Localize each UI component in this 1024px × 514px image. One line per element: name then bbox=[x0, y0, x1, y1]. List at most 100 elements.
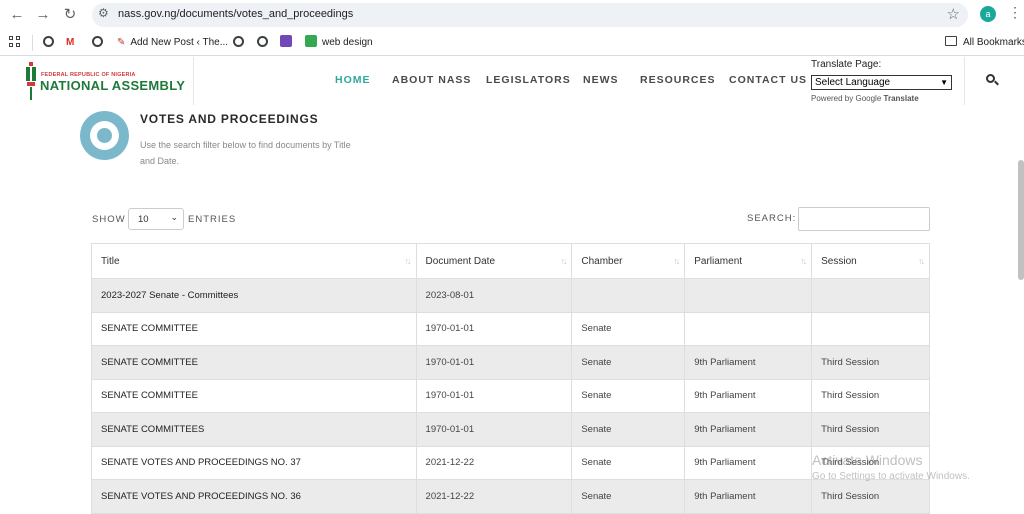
entries-select-value: 10 bbox=[138, 214, 149, 225]
entries-per-page-select[interactable]: 10 ⌄ bbox=[128, 208, 184, 230]
all-bookmarks-label: All Bookmarks bbox=[963, 37, 1024, 48]
table-row[interactable]: SENATE COMMITTEE 1970-01-01 Senate 9th P… bbox=[91, 378, 930, 413]
coat-of-arms-icon[interactable] bbox=[24, 60, 38, 102]
reload-icon[interactable]: ↻ bbox=[61, 6, 79, 24]
cell-parliament: 9th Parliament bbox=[684, 445, 813, 480]
cell-session: Third Session bbox=[811, 378, 930, 413]
cell-title[interactable]: SENATE COMMITTEES bbox=[91, 412, 417, 447]
cell-document-date: 2023-08-01 bbox=[415, 278, 573, 313]
bookmark-star-icon[interactable]: ☆ bbox=[947, 5, 960, 23]
cell-session: Third Session bbox=[811, 479, 930, 514]
table-header-row: Title ↑↓ Document Date ↑↓ Chamber ↑↓ Parlia… bbox=[91, 243, 930, 279]
language-select[interactable]: Select Language ▼ bbox=[811, 75, 952, 90]
cell-parliament: 9th Parliament bbox=[684, 378, 813, 413]
nav-contact-us[interactable]: CONTACT US bbox=[729, 74, 807, 86]
show-label: SHOW bbox=[92, 214, 126, 225]
cell-session: Third Session bbox=[811, 412, 930, 447]
column-header-session[interactable]: Session ↑↓ bbox=[811, 243, 930, 279]
table-row[interactable]: 2023-2027 Senate - Committees 2023-08-01 bbox=[91, 278, 930, 313]
table-row[interactable]: SENATE VOTES AND PROCEEDINGS NO. 37 2021… bbox=[91, 445, 930, 480]
google-label: Google bbox=[855, 94, 882, 103]
cell-title[interactable]: SENATE VOTES AND PROCEEDINGS NO. 36 bbox=[91, 479, 417, 514]
site-header: FEDERAL REPUBLIC OF NIGERIA NATIONAL ASS… bbox=[0, 57, 1024, 105]
table-row[interactable]: SENATE COMMITTEE 1970-01-01 Senate 9th P… bbox=[91, 345, 930, 380]
documents-table: Title ↑↓ Document Date ↑↓ Chamber ↑↓ Parlia… bbox=[91, 243, 930, 514]
cell-chamber: Senate bbox=[571, 311, 686, 346]
all-bookmarks[interactable]: All Bookmarks bbox=[945, 35, 1024, 51]
bookmark-globe-2[interactable] bbox=[92, 35, 108, 51]
column-header-label: Chamber bbox=[581, 255, 623, 267]
cell-parliament bbox=[684, 311, 813, 346]
search-icon[interactable] bbox=[986, 74, 999, 86]
apps-grid-icon[interactable] bbox=[9, 36, 21, 48]
cell-title[interactable]: SENATE COMMITTEE bbox=[91, 311, 417, 346]
bookmark-forms[interactable] bbox=[280, 35, 292, 51]
chevron-down-icon: ▼ bbox=[940, 78, 948, 87]
sort-icon: ↑↓ bbox=[404, 256, 412, 266]
nav-home[interactable]: HOME bbox=[335, 74, 371, 86]
powered-by-google[interactable]: Powered by Google Translate bbox=[811, 94, 919, 103]
table-row[interactable]: SENATE COMMITTEE 1970-01-01 Senate bbox=[91, 311, 930, 346]
cell-document-date: 1970-01-01 bbox=[415, 311, 573, 346]
cell-parliament: 9th Parliament bbox=[684, 479, 813, 514]
address-bar[interactable]: ⚙ nass.gov.ng/documents/votes_and_procee… bbox=[92, 3, 968, 27]
table-row[interactable]: SENATE COMMITTEES 1970-01-01 Senate 9th … bbox=[91, 412, 930, 447]
activate-windows-hint: Go to Settings to activate Windows. bbox=[812, 471, 970, 482]
nav-resources[interactable]: RESOURCES bbox=[640, 74, 716, 86]
column-header-title[interactable]: Title ↑↓ bbox=[91, 243, 417, 279]
column-header-label: Document Date bbox=[425, 255, 496, 267]
logo-title[interactable]: NATIONAL ASSEMBLY bbox=[40, 78, 185, 93]
cell-title[interactable]: SENATE VOTES AND PROCEEDINGS NO. 37 bbox=[91, 445, 417, 480]
profile-avatar[interactable]: a bbox=[980, 6, 996, 22]
cell-document-date: 1970-01-01 bbox=[415, 412, 573, 447]
chevron-down-icon: ⌄ bbox=[170, 212, 178, 222]
cell-session: Third Session bbox=[811, 345, 930, 380]
header-divider-right bbox=[964, 57, 965, 105]
globe-icon bbox=[233, 36, 244, 47]
globe-icon bbox=[43, 36, 54, 47]
translate-word: Translate bbox=[883, 94, 919, 103]
browser-menu-icon[interactable]: ⋮ bbox=[1008, 4, 1022, 21]
cell-document-date: 2021-12-22 bbox=[415, 479, 573, 514]
folder-icon bbox=[945, 36, 957, 46]
column-header-document-date[interactable]: Document Date ↑↓ bbox=[415, 243, 573, 279]
bookmark-globe-1[interactable] bbox=[43, 35, 59, 51]
cell-document-date: 1970-01-01 bbox=[415, 378, 573, 413]
gmail-icon: M bbox=[66, 37, 75, 48]
site-info-icon[interactable]: ⚙ bbox=[98, 6, 109, 20]
header-divider bbox=[193, 57, 194, 105]
nav-news[interactable]: NEWS bbox=[583, 74, 619, 86]
column-header-parliament[interactable]: Parliament ↑↓ bbox=[684, 243, 813, 279]
column-header-label: Title bbox=[101, 255, 120, 267]
sort-icon: ↑↓ bbox=[800, 256, 807, 266]
bookmark-add-new-post[interactable]: ✎ Add New Post ‹ The... bbox=[117, 35, 228, 51]
page-title: VOTES AND PROCEEDINGS bbox=[140, 112, 319, 126]
cell-title[interactable]: 2023-2027 Senate - Committees bbox=[91, 278, 417, 313]
table-search-input[interactable] bbox=[798, 207, 930, 231]
back-arrow-icon[interactable]: ← bbox=[8, 6, 26, 24]
forms-icon bbox=[280, 35, 292, 47]
column-header-chamber[interactable]: Chamber ↑↓ bbox=[571, 243, 686, 279]
nav-legislators[interactable]: LEGISLATORS bbox=[486, 74, 571, 86]
page-scrollbar[interactable] bbox=[1018, 160, 1024, 280]
bookmark-globe-4[interactable] bbox=[257, 35, 273, 51]
wordpress-icon: ✎ bbox=[117, 37, 126, 48]
bookmark-web-design[interactable]: web design bbox=[305, 35, 373, 51]
bookmark-label: web design bbox=[322, 37, 373, 48]
cell-parliament: 9th Parliament bbox=[684, 345, 813, 380]
bookmark-gmail[interactable]: M bbox=[66, 35, 74, 51]
cell-chamber: Senate bbox=[571, 445, 686, 480]
column-header-label: Parliament bbox=[694, 255, 743, 267]
column-header-label: Session bbox=[821, 255, 857, 267]
bookmark-globe-3[interactable] bbox=[233, 35, 249, 51]
bookmark-label: Add New Post ‹ The... bbox=[130, 37, 229, 48]
forward-arrow-icon[interactable]: → bbox=[34, 6, 52, 24]
cell-title[interactable]: SENATE COMMITTEE bbox=[91, 345, 417, 380]
cell-title[interactable]: SENATE COMMITTEE bbox=[91, 378, 417, 413]
sort-icon: ↑↓ bbox=[560, 256, 567, 266]
nav-about-nass[interactable]: ABOUT NASS bbox=[392, 74, 471, 86]
browser-toolbar: ← → ↻ ⚙ nass.gov.ng/documents/votes_and_… bbox=[0, 0, 1024, 30]
sort-icon: ↑↓ bbox=[673, 256, 680, 266]
table-row[interactable]: SENATE VOTES AND PROCEEDINGS NO. 36 2021… bbox=[91, 479, 930, 514]
globe-icon bbox=[257, 36, 268, 47]
